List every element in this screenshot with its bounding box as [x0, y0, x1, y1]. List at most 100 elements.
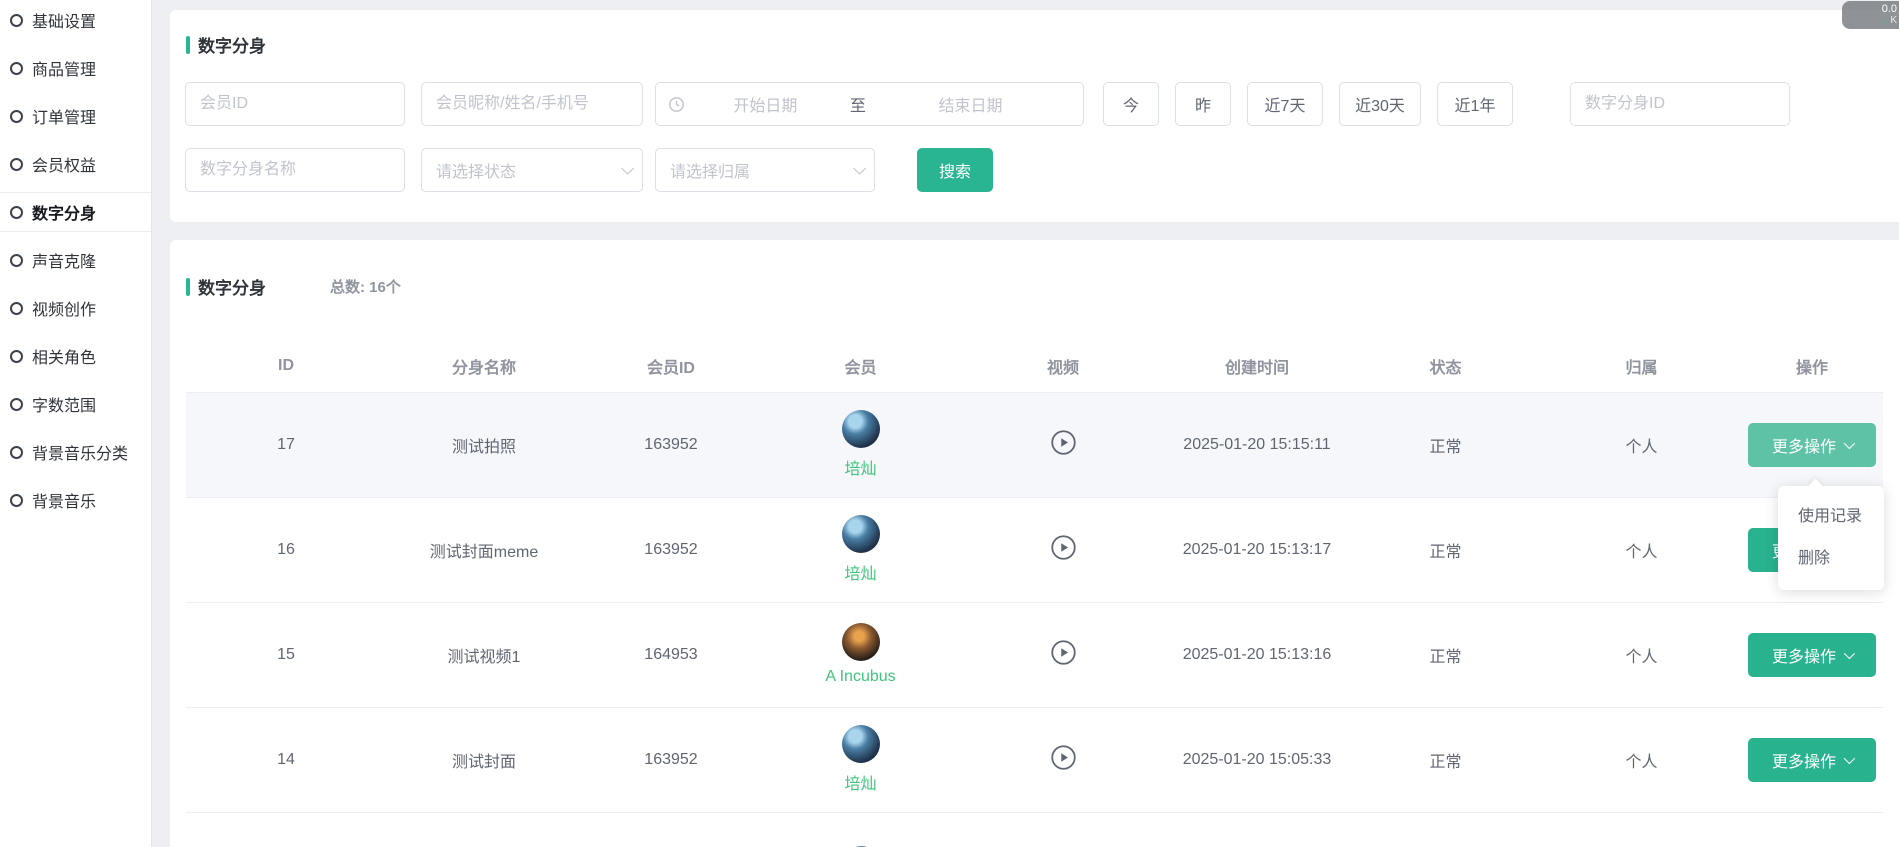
sidebar-item-label: 订单管理 [32, 104, 96, 128]
sidebar-item-label: 背景音乐 [32, 488, 96, 512]
member-name-link[interactable]: A Incubus [825, 668, 895, 686]
play-video-icon[interactable] [1050, 429, 1077, 456]
quick-1year-button[interactable]: 近1年 [1437, 82, 1513, 126]
clock-icon [668, 96, 685, 113]
network-speed-overlay: 0.0 ↓ K [1842, 1, 1899, 29]
more-actions-button[interactable]: 更多操作 [1748, 633, 1876, 677]
title-accent-bar [186, 278, 190, 296]
network-speed-unit: ↓ K [1850, 15, 1897, 26]
table-row: 17 测试拍照 163952 培灿 2025-01-20 15:15:11 正常… [186, 392, 1883, 497]
circle-icon [10, 254, 23, 267]
cell-name: 测试视频1 [386, 602, 582, 707]
page-title: 数字分身 [198, 32, 266, 57]
cell-member-id: 163952 [582, 497, 760, 602]
status-select-placeholder: 请选择状态 [436, 158, 621, 182]
member-id-input[interactable] [185, 82, 405, 126]
search-button[interactable]: 搜索 [917, 148, 993, 192]
col-header-status: 状态 [1349, 340, 1542, 392]
cell-member-id: 163952 [582, 707, 760, 812]
avatar-id-input[interactable] [1570, 82, 1790, 126]
cell-belong: 个人 [1542, 707, 1741, 812]
chevron-down-icon [621, 162, 634, 175]
table-row: 14 测试封面 163952 培灿 2025-01-20 15:05:33 正常… [186, 707, 1883, 812]
quick-today-button[interactable]: 今 [1103, 82, 1159, 126]
sidebar-item-product-management[interactable]: 商品管理 [0, 48, 151, 88]
total-value: 16个 [369, 279, 401, 296]
sidebar-item-video-creation[interactable]: 视频创作 [0, 288, 151, 328]
cell-id [186, 812, 386, 847]
member-name-link[interactable]: 培灿 [844, 770, 876, 794]
total-label: 总数: [330, 279, 365, 296]
col-header-member-id: 会员ID [582, 340, 760, 392]
dropdown-item-usage-log[interactable]: 使用记录 [1778, 496, 1884, 538]
play-video-icon[interactable] [1050, 534, 1077, 561]
sidebar-item-order-management[interactable]: 订单管理 [0, 96, 151, 136]
table-row-partial [186, 812, 1883, 847]
cell-created: 2025-01-20 15:15:11 [1165, 392, 1349, 497]
status-select[interactable]: 请选择状态 [421, 148, 643, 192]
chevron-down-icon [1844, 437, 1855, 448]
total-count: 总数: 16个 [330, 276, 401, 297]
member-name-link[interactable]: 培灿 [844, 455, 876, 479]
dropdown-item-delete[interactable]: 删除 [1778, 538, 1884, 580]
sidebar-item-label: 基础设置 [32, 8, 96, 32]
quick-yesterday-button[interactable]: 昨 [1175, 82, 1231, 126]
col-header-belong: 归属 [1542, 340, 1741, 392]
cell-status: 正常 [1349, 497, 1542, 602]
circle-icon [10, 158, 23, 171]
sidebar-item-word-count-range[interactable]: 字数范围 [0, 384, 151, 424]
more-actions-button[interactable]: 更多操作 [1748, 423, 1876, 467]
play-video-icon[interactable] [1050, 744, 1077, 771]
sidebar-item-bgm-category[interactable]: 背景音乐分类 [0, 432, 151, 472]
cell-id: 16 [186, 497, 386, 602]
sidebar-item-voice-clone[interactable]: 声音克隆 [0, 240, 151, 280]
quick-30days-button[interactable]: 近30天 [1339, 82, 1421, 126]
date-range-picker[interactable]: 开始日期 至 结束日期 [655, 82, 1084, 126]
sidebar-item-label: 相关角色 [32, 344, 96, 368]
chevron-down-icon [853, 162, 866, 175]
sidebar-item-label: 背景音乐分类 [32, 440, 128, 464]
sidebar-item-member-benefits[interactable]: 会员权益 [0, 144, 151, 184]
belong-select[interactable]: 请选择归属 [655, 148, 875, 192]
table-row: 16 测试封面meme 163952 培灿 2025-01-20 15:13:1… [186, 497, 1883, 602]
cell-id: 17 [186, 392, 386, 497]
sidebar-item-label: 会员权益 [32, 152, 96, 176]
sidebar-item-digital-avatar[interactable]: 数字分身 [0, 192, 151, 232]
network-speed-value: 0.0 [1850, 3, 1897, 15]
sidebar-item-related-roles[interactable]: 相关角色 [0, 336, 151, 376]
cell-member-id [582, 812, 760, 847]
more-actions-dropdown: 使用记录 删除 [1778, 486, 1884, 590]
filter-row-1: 开始日期 至 结束日期 今 昨 近7天 近30天 近1年 [170, 82, 1899, 126]
cell-status: 正常 [1349, 602, 1542, 707]
cell-member-id: 164953 [582, 602, 760, 707]
down-arrow-icon: ↓ [1883, 15, 1888, 26]
avatar-name-input[interactable] [185, 148, 405, 192]
member-name-link[interactable]: 培灿 [844, 560, 876, 584]
sidebar-item-label: 声音克隆 [32, 248, 96, 272]
cell-status: 正常 [1349, 707, 1542, 812]
sidebar-item-bgm[interactable]: 背景音乐 [0, 480, 151, 520]
more-actions-button[interactable]: 更多操作 [1748, 738, 1876, 782]
cell-name: 测试拍照 [386, 392, 582, 497]
avatar [842, 725, 880, 763]
table-title: 数字分身 [198, 274, 266, 299]
quick-7days-button[interactable]: 近7天 [1247, 82, 1323, 126]
circle-icon [10, 350, 23, 363]
circle-icon [10, 398, 23, 411]
cell-name: 测试封面 [386, 707, 582, 812]
table-header-row: ID 分身名称 会员ID 会员 视频 创建时间 状态 归属 操作 [186, 340, 1883, 392]
play-video-icon[interactable] [1050, 639, 1077, 666]
start-date-placeholder: 开始日期 [685, 92, 846, 116]
cell-id: 14 [186, 707, 386, 812]
circle-icon [10, 62, 23, 75]
col-header-actions: 操作 [1741, 340, 1883, 392]
table-row: 15 测试视频1 164953 A Incubus 2025-01-20 15:… [186, 602, 1883, 707]
col-header-name: 分身名称 [386, 340, 582, 392]
date-separator: 至 [846, 92, 870, 116]
sidebar-item-label: 商品管理 [32, 56, 96, 80]
sidebar-item-basic-settings[interactable]: 基础设置 [0, 0, 151, 40]
cell-belong: 个人 [1542, 497, 1741, 602]
member-info-input[interactable] [421, 82, 643, 126]
avatar [842, 623, 880, 661]
filter-panel-title: 数字分身 [170, 10, 1899, 57]
